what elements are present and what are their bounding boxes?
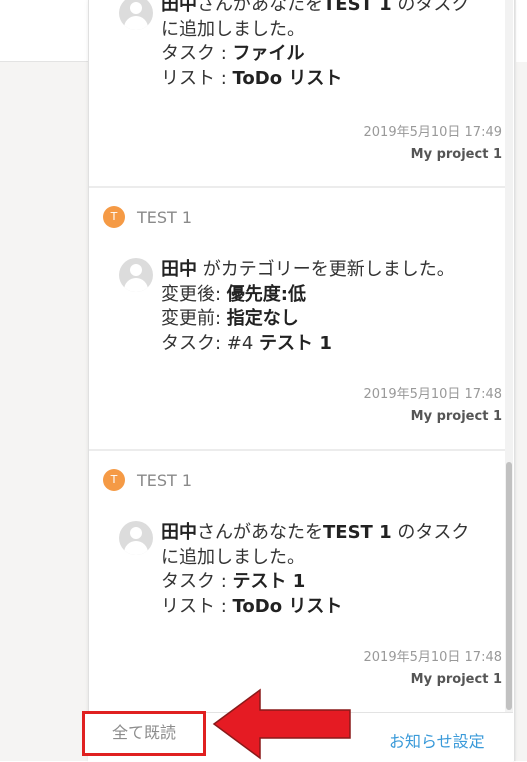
notification-item[interactable]: T TEST 1 田中 がカテゴリーを更新しました。 変更後: 優先度:低 変更… (89, 188, 512, 450)
project-title: TEST 1 (137, 470, 193, 490)
user-name: 田中 (161, 522, 197, 543)
notification-item[interactable]: T TEST 1 田中さんがあなたをTEST 1 のタスク に追加しました。 タ… (89, 451, 512, 713)
notification-settings-link[interactable]: お知らせ設定 (389, 728, 485, 752)
app-divider (0, 61, 88, 62)
notification-header: T TEST 1 (103, 469, 192, 491)
notification-item[interactable]: 田中さんがあなたをTEST 1 のタスク に追加しました。 タスク : ファイル… (89, 0, 512, 188)
project-title: TEST 1 (137, 207, 193, 227)
app-divider-right (515, 0, 516, 761)
project-badge-icon: T (103, 206, 125, 228)
red-arrow-left-icon (212, 688, 351, 760)
user-avatar-icon (119, 521, 153, 555)
user-avatar-icon (119, 258, 153, 292)
scrollbar-thumb[interactable] (506, 462, 512, 710)
notification-project: My project 1 (410, 147, 502, 162)
notification-message: 田中 がカテゴリーを更新しました。 変更後: 優先度:低 変更前: 指定なし タ… (161, 259, 455, 354)
notification-date: 2019年5月10日 17:49 (363, 125, 503, 140)
notification-message: 田中さんがあなたをTEST 1 のタスク に追加しました。 タスク : ファイル… (161, 0, 501, 91)
user-name: 田中 (161, 259, 197, 280)
notification-message: 田中さんがあなたをTEST 1 のタスク に追加しました。 タスク : テスト … (161, 522, 470, 617)
notification-date: 2019年5月10日 17:48 (363, 387, 503, 402)
notification-header: T TEST 1 (103, 206, 192, 228)
user-avatar-icon (119, 0, 153, 30)
notification-panel: 田中さんがあなたをTEST 1 のタスク に追加しました。 タスク : ファイル… (88, 0, 515, 761)
user-name: 田中 (161, 0, 197, 15)
notification-date: 2019年5月10日 17:48 (363, 650, 503, 665)
mark-all-read-button[interactable]: 全て既読 (82, 711, 206, 756)
notification-project: My project 1 (410, 672, 502, 687)
notification-project: My project 1 (410, 409, 502, 424)
project-badge-icon: T (103, 469, 125, 491)
